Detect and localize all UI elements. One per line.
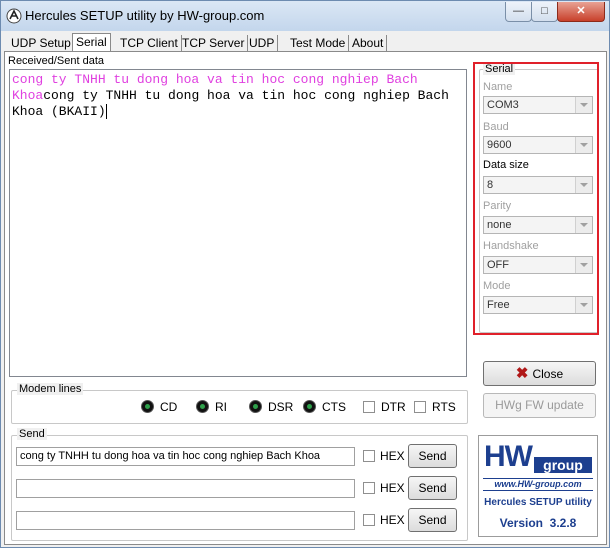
text-cursor: ​ xyxy=(105,104,107,119)
hw-group-logo: HW group www.HW-group.com Hercules SETUP… xyxy=(478,435,598,537)
hex-label-1: HEX xyxy=(380,449,405,463)
tab-test-mode[interactable]: Test Mode xyxy=(287,35,350,51)
dsr-led-icon xyxy=(249,400,262,413)
received-sent-label: Received/Sent data xyxy=(8,55,105,67)
cd-led-icon xyxy=(141,400,154,413)
tab-udp[interactable]: UDP xyxy=(246,35,279,51)
hex-checkbox-3[interactable] xyxy=(363,514,375,526)
ri-label: RI xyxy=(215,400,227,414)
hex-label-2: HEX xyxy=(380,481,405,495)
ri-led-icon xyxy=(196,400,209,413)
hercules-app-icon xyxy=(6,8,22,24)
tab-tcp-client[interactable]: TCP Client xyxy=(117,35,182,51)
send-group-title: Send xyxy=(17,428,47,440)
rts-label: RTS xyxy=(432,400,456,414)
tab-serial[interactable]: Serial xyxy=(72,33,111,53)
tab-about[interactable]: About xyxy=(349,35,388,51)
hex-checkbox-2[interactable] xyxy=(363,482,375,494)
close-port-button[interactable]: ✖ Close xyxy=(483,361,596,386)
close-port-label: Close xyxy=(532,367,564,381)
window-title: Hercules SETUP utility by HW-group.com xyxy=(25,8,265,23)
hw-group-brand-mark: HW group xyxy=(484,440,592,474)
cts-led-icon xyxy=(303,400,316,413)
brand-group: group xyxy=(534,457,592,473)
close-x-icon: ✖ xyxy=(515,365,529,382)
send-button-2[interactable]: Send xyxy=(408,476,457,500)
send-button-1[interactable]: Send xyxy=(408,444,457,468)
title-bar[interactable]: Hercules SETUP utility by HW-group.com —… xyxy=(1,1,609,31)
dsr-label: DSR xyxy=(268,400,294,414)
app-window: Hercules SETUP utility by HW-group.com —… xyxy=(0,0,610,548)
tab-udp-setup[interactable]: UDP Setup xyxy=(8,35,75,51)
hex-label-3: HEX xyxy=(380,513,405,527)
version-label: Version 3.2.8 xyxy=(499,516,577,530)
fw-update-button[interactable]: HWg FW update xyxy=(483,393,596,418)
maximize-button[interactable]: □ xyxy=(531,2,558,22)
dtr-checkbox[interactable] xyxy=(363,401,375,413)
close-window-button[interactable]: ✕ xyxy=(557,2,605,22)
send-input-2[interactable] xyxy=(16,479,355,498)
hex-checkbox-1[interactable] xyxy=(363,450,375,462)
received-data-text: cong ty TNHH tu dong hoa va tin hoc cong… xyxy=(12,88,449,119)
rts-checkbox[interactable] xyxy=(414,401,426,413)
received-sent-textarea[interactable]: cong ty TNHH tu dong hoa va tin hoc cong… xyxy=(9,69,467,377)
send-input-3[interactable] xyxy=(16,511,355,530)
cts-label: CTS xyxy=(322,400,346,414)
brand-hw: HW xyxy=(484,440,533,473)
dtr-label: DTR xyxy=(381,400,406,414)
send-button-3[interactable]: Send xyxy=(408,508,457,532)
modem-lines-title: Modem lines xyxy=(17,383,84,395)
send-input-1[interactable]: cong ty TNHH tu dong hoa va tin hoc cong… xyxy=(16,447,355,466)
minimize-button[interactable]: — xyxy=(505,2,532,22)
serial-highlight-box xyxy=(473,62,599,335)
cd-label: CD xyxy=(160,400,178,414)
tab-tcp-server[interactable]: TCP Server xyxy=(179,35,249,51)
product-name: Hercules SETUP utility xyxy=(484,497,592,508)
brand-url: www.HW-group.com xyxy=(483,478,593,491)
